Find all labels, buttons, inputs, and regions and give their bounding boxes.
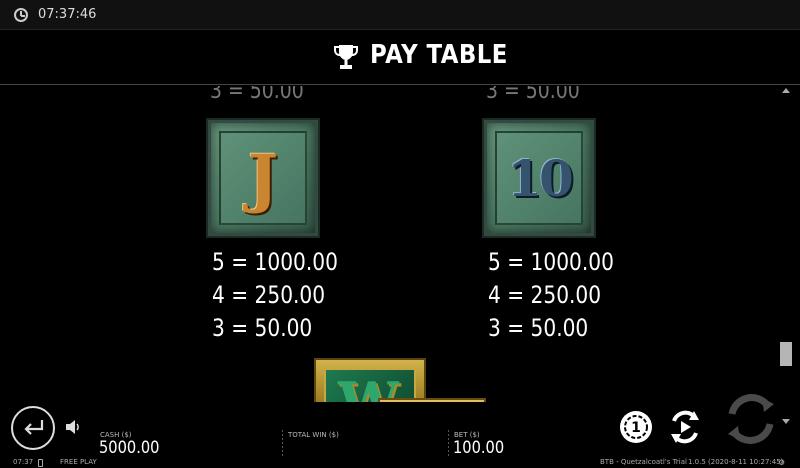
game-version: 1.0.5 (2020-8-11 10:27:45) <box>688 458 784 466</box>
spin-button[interactable] <box>722 390 780 448</box>
symbol-label: 10 <box>507 148 574 208</box>
return-arrow-icon <box>24 420 44 435</box>
payout-3: 3 = 50.00 <box>212 314 313 342</box>
svg-text:1: 1 <box>631 420 641 436</box>
clock-icon <box>14 8 28 22</box>
paytable-entry-j: 3 = 50.00 J 5 = 1000.00 4 = 250.00 3 = 5… <box>208 86 410 342</box>
speaker-icon[interactable] <box>64 418 82 436</box>
paytable-scroll-area[interactable]: 3 = 50.00 J 5 = 1000.00 4 = 250.00 3 = 5… <box>0 86 776 402</box>
payout-list: 5 = 1000.00 4 = 250.00 3 = 50.00 <box>212 246 362 345</box>
scrollbar-thumb[interactable] <box>780 342 792 366</box>
divider <box>448 430 449 458</box>
device-icon <box>38 459 43 467</box>
payout-5: 5 = 1000.00 <box>488 248 614 276</box>
gear-icon[interactable]: ⚙ <box>778 458 785 467</box>
pay-table-header: PAY TABLE <box>0 30 800 85</box>
scrollbar[interactable] <box>778 86 794 428</box>
autoplay-button[interactable] <box>666 407 704 447</box>
back-button[interactable] <box>11 406 55 450</box>
symbol-tile-j: J <box>208 120 318 236</box>
symbol-tile-wild: W <box>314 358 426 402</box>
payout-list: 5 = 1000.00 4 = 250.00 3 = 50.00 <box>488 246 638 345</box>
symbol-label: J <box>247 140 279 216</box>
payout-4: 4 = 250.00 <box>488 281 602 309</box>
payout-3: 3 = 50.00 <box>488 314 589 342</box>
cash-value: 5000.00 <box>99 438 160 458</box>
total-win-label: TOTAL WIN ($) <box>288 431 339 439</box>
faded-payout: 3 = 50.00 <box>486 86 580 104</box>
scroll-up-arrow-icon[interactable] <box>782 88 790 93</box>
payout-4: 4 = 250.00 <box>212 281 326 309</box>
symbol-tile-10: 10 <box>484 120 594 236</box>
game-name: BTB - Quetzalcoatl's Trial <box>600 458 687 466</box>
status-bar: 07:37:46 <box>0 0 800 30</box>
paytable-entry-10: 3 = 50.00 10 5 = 1000.00 4 = 250.00 3 = … <box>484 86 686 342</box>
footer-info: 07:37 FREE PLAY BTB - Quetzalcoatl's Tri… <box>0 458 800 468</box>
coin-value-button[interactable]: 1 <box>618 409 654 445</box>
faded-payout: 3 = 50.00 <box>210 86 304 104</box>
divider <box>282 430 283 458</box>
page-title: PAY TABLE <box>370 40 508 70</box>
bet-value: 100.00 <box>453 438 505 458</box>
play-mode: FREE PLAY <box>60 458 97 466</box>
status-time: 07:37:46 <box>38 7 97 22</box>
payout-5: 5 = 1000.00 <box>212 248 338 276</box>
footer-time: 07:37 <box>13 458 34 466</box>
trophy-icon <box>334 45 358 69</box>
